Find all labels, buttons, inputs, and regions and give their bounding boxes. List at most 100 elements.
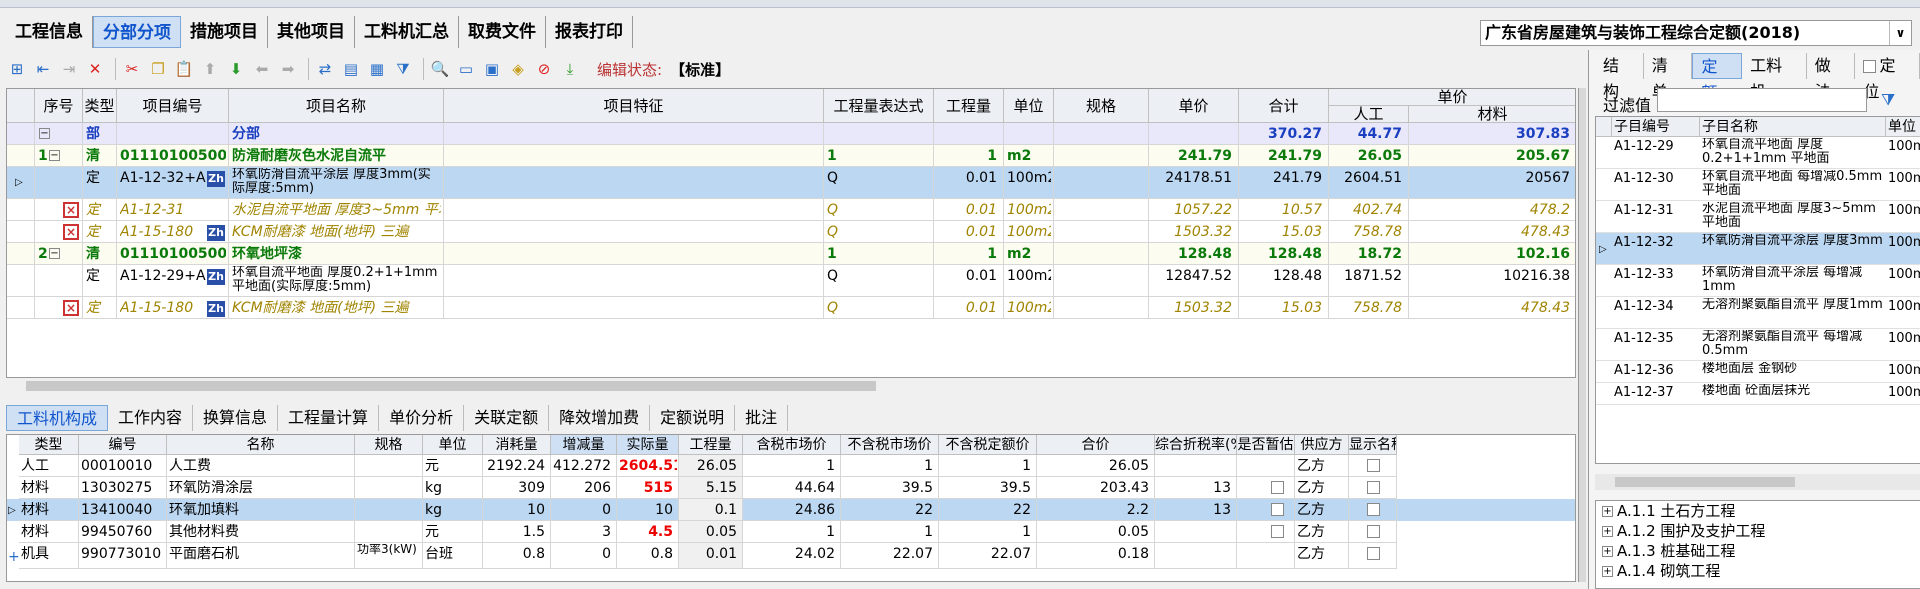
cell-supplier[interactable]: 乙方 — [1297, 502, 1347, 520]
estimate-checkbox[interactable] — [1271, 525, 1284, 538]
cell-actual[interactable]: 515 — [619, 480, 677, 498]
detail-tab[interactable]: 工程量计算 — [278, 405, 380, 431]
horizontal-scrollbar[interactable] — [6, 378, 1576, 394]
cell-qty[interactable]: 1 — [937, 148, 1001, 168]
cell-expr[interactable]: 1 — [827, 148, 931, 168]
expand-icon[interactable]: + — [1602, 506, 1613, 517]
cell-notax_price[interactable]: 1 — [843, 458, 937, 476]
zh-quota-icon[interactable]: Zh — [207, 225, 225, 241]
cell-notax_quota[interactable]: 39.5 — [941, 480, 1035, 498]
quota-icon[interactable]: ▦ — [366, 58, 388, 80]
cell-use[interactable]: 10 — [485, 502, 549, 520]
show-name-checkbox[interactable] — [1367, 481, 1380, 494]
lock-icon[interactable]: ⊘ — [533, 58, 555, 80]
detail-tab[interactable]: 关联定额 — [464, 405, 550, 431]
cell-qty[interactable]: 0.01 — [937, 224, 1001, 244]
download-icon[interactable]: ⤓ — [559, 58, 581, 80]
filter-input[interactable] — [1657, 88, 1867, 112]
replace-icon[interactable]: ⇄ — [314, 58, 336, 80]
delete-icon[interactable]: ✕ — [84, 58, 106, 80]
right-tab[interactable]: 结构 — [1595, 53, 1644, 101]
detail-tab[interactable]: 定额说明 — [650, 405, 736, 431]
cell-qty[interactable]: 0.01 — [937, 170, 1001, 200]
cell-tax_price[interactable]: 44.64 — [745, 480, 839, 498]
cell-rate[interactable]: 13 — [1157, 480, 1235, 498]
cell-delta[interactable]: 0 — [553, 546, 615, 568]
cell-expr[interactable]: Q — [827, 224, 931, 244]
scroll-thumb[interactable] — [1615, 477, 1795, 487]
detail-tab[interactable]: 工作内容 — [108, 405, 194, 431]
cell-notax_price[interactable]: 22 — [843, 502, 937, 520]
cell-name[interactable]: 环氧地坪漆 — [232, 246, 441, 266]
indent-icon[interactable]: ⇤ — [32, 58, 54, 80]
right-tab[interactable]: 定位 — [1855, 53, 1920, 101]
cell-notax_price[interactable]: 1 — [843, 524, 937, 542]
paste-icon[interactable]: 📋 — [173, 58, 195, 80]
main-tab[interactable]: 措施项目 — [181, 16, 268, 48]
tree-node[interactable]: + A.1.4 砌筑工程 — [1596, 561, 1920, 581]
filter-icon[interactable]: ⧩ — [392, 58, 414, 80]
cell-name[interactable]: 环氧自流平地面 厚度0.2+1+1mm 平地面(实际厚度:5mm) — [232, 266, 441, 296]
group-icon[interactable]: ▣ — [481, 58, 503, 80]
cell-qty[interactable]: 0.01 — [937, 268, 1001, 298]
show-name-checkbox[interactable] — [1367, 547, 1380, 560]
detail-tab[interactable]: 批注 — [735, 405, 789, 431]
cell-name[interactable]: KCM耐磨漆 地面(地坪) 三遍 — [232, 300, 441, 320]
detail-tab[interactable]: 单价分析 — [379, 405, 465, 431]
cell-use[interactable]: 1.5 — [485, 524, 549, 542]
estimate-checkbox[interactable] — [1271, 503, 1284, 516]
cell-notax_quota[interactable]: 1 — [941, 524, 1035, 542]
cell-delta[interactable]: 3 — [553, 524, 615, 542]
cell-supplier[interactable]: 乙方 — [1297, 458, 1347, 476]
main-tab[interactable]: 报表打印 — [546, 16, 633, 48]
cell-notax_quota[interactable]: 1 — [941, 458, 1035, 476]
cell-supplier[interactable]: 乙方 — [1297, 546, 1347, 568]
move-right-icon[interactable]: ➡ — [277, 58, 299, 80]
collapse-icon[interactable]: − — [49, 248, 60, 259]
detail-tab[interactable]: 换算信息 — [193, 405, 279, 431]
cell-notax_quota[interactable]: 22 — [941, 502, 1035, 520]
cell-expr[interactable]: Q — [827, 202, 931, 222]
move-up-icon[interactable]: ⬆ — [199, 58, 221, 80]
move-down-icon[interactable]: ⬇ — [225, 58, 247, 80]
cell-actual[interactable]: 10 — [619, 502, 677, 520]
cell-expr[interactable]: 1 — [827, 246, 931, 266]
tree-node[interactable]: + A.1.1 土石方工程 — [1596, 501, 1920, 521]
cell-actual[interactable]: 4.5 — [619, 524, 677, 542]
show-name-checkbox[interactable] — [1367, 525, 1380, 538]
zh-quota-icon[interactable]: Zh — [207, 269, 225, 285]
cell-tax_price[interactable]: 24.86 — [745, 502, 839, 520]
cell-name[interactable]: 分部 — [232, 126, 441, 146]
cell-rate[interactable] — [1157, 546, 1235, 568]
cell-rate[interactable]: 13 — [1157, 502, 1235, 520]
locate-checkbox[interactable] — [1863, 60, 1877, 73]
quota-library-select[interactable]: 广东省房屋建筑与装饰工程综合定额(2018) ∨ — [1480, 20, 1912, 46]
cell-rate[interactable] — [1157, 458, 1235, 476]
expand-icon[interactable]: + — [1602, 546, 1613, 557]
expand-icon[interactable]: + — [1602, 566, 1613, 577]
cell-qty[interactable]: 1 — [937, 246, 1001, 266]
cell-tax_price[interactable]: 1 — [745, 524, 839, 542]
list-scrollbar[interactable] — [1595, 474, 1920, 490]
cell-name[interactable]: 水泥自流平地面 厚度3~5mm 平地面 — [232, 202, 441, 222]
zh-quota-icon[interactable]: Zh — [207, 171, 225, 187]
cell-use[interactable]: 309 — [485, 480, 549, 498]
find-icon[interactable]: 🔍 — [429, 58, 451, 80]
move-left-icon[interactable]: ⬅ — [251, 58, 273, 80]
chevron-down-icon[interactable]: ∨ — [1889, 21, 1911, 45]
right-tab[interactable]: 做法 — [1807, 53, 1856, 101]
right-tab[interactable]: 清单 — [1644, 53, 1693, 101]
cell-expr[interactable]: Q — [827, 300, 931, 320]
copy-icon[interactable]: ❐ — [147, 58, 169, 80]
cell-delta[interactable]: 206 — [553, 480, 615, 498]
detail-tab[interactable]: 降效增加费 — [549, 405, 651, 431]
cell-supplier[interactable]: 乙方 — [1297, 524, 1347, 542]
list-icon[interactable]: ▤ — [340, 58, 362, 80]
outdent-icon[interactable]: ⇥ — [58, 58, 80, 80]
cell-tax_price[interactable]: 1 — [745, 458, 839, 476]
paint-icon[interactable]: ◈ — [507, 58, 529, 80]
estimate-checkbox[interactable] — [1271, 481, 1284, 494]
scroll-thumb[interactable] — [26, 381, 876, 391]
show-name-checkbox[interactable] — [1367, 459, 1380, 472]
cell-name[interactable]: KCM耐磨漆 地面(地坪) 三遍 — [232, 224, 441, 244]
